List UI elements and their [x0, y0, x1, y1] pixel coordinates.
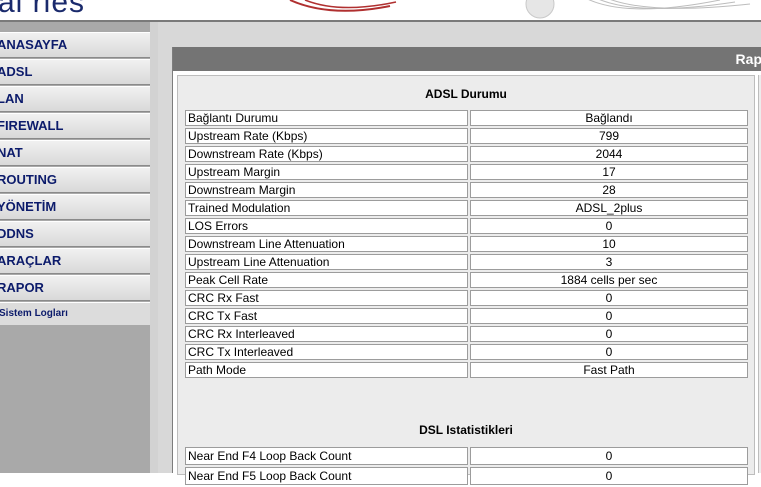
table-row: Path Mode Fast Path [185, 362, 748, 378]
report-body: ADSL Durumu Bağlantı Durumu Bağlandı Upst… [177, 75, 755, 485]
row-value: Fast Path [470, 362, 748, 378]
panel-title: Rapor [173, 47, 761, 71]
sidebar-item-anasayfa[interactable]: ANASAYFA [0, 32, 150, 58]
table-row: Peak Cell Rate 1884 cells per sec [185, 272, 748, 288]
table-row: CRC Rx Interleaved 0 [185, 326, 748, 342]
row-label: Downstream Line Attenuation [185, 236, 468, 252]
row-value: 17 [470, 164, 748, 180]
sidebar-item-adsl[interactable]: ADSL [0, 59, 150, 85]
row-label: CRC Rx Fast [185, 290, 468, 306]
sidebar-item-firewall[interactable]: FIREWALL [0, 113, 150, 139]
sidebar-item-yonetim[interactable]: YÖNETİM [0, 194, 150, 220]
row-label: Upstream Line Attenuation [185, 254, 468, 270]
table-row: Upstream Rate (Kbps) 799 [185, 128, 748, 144]
brand-logo[interactable]: al ries [0, 0, 85, 20]
report-panel: Rapor ADSL Durumu Bağlantı DurumuBağland… [172, 47, 761, 485]
row-label: Near End F4 Loop Back Count [185, 447, 468, 465]
table-row: Downstream Rate (Kbps) 2044 [185, 146, 748, 162]
sidebar-item-araclar[interactable]: ARAÇLAR [0, 248, 150, 274]
sidebar: ANASAYFA ADSL LAN FIREWALL NAT ROUTING Y… [0, 22, 150, 473]
row-label: Peak Cell Rate [185, 272, 468, 288]
header-decoration [289, 0, 751, 19]
row-label: Bağlantı Durumu [185, 110, 468, 126]
row-value: 0 [470, 467, 748, 485]
table-row: Trained Modulation ADSL_2plus [185, 200, 748, 216]
sidebar-item-nat[interactable]: NAT [0, 140, 150, 166]
row-label: Near End F5 Loop Back Count [185, 467, 468, 485]
row-value: 0 [470, 218, 748, 234]
table-row: Upstream Margin 17 [185, 164, 748, 180]
table-row: CRC Tx Interleaved 0 [185, 344, 748, 360]
table-row: Upstream Line Attenuation 3 [185, 254, 748, 270]
table-row: Near End F4 Loop Back Count 0 [185, 447, 748, 465]
sidebar-subitem-sistem-loglari[interactable]: Sistem Logları [0, 302, 150, 325]
table-row: Downstream Line Attenuation 10 [185, 236, 748, 252]
row-label: Upstream Rate (Kbps) [185, 128, 468, 144]
sidebar-menu: ANASAYFA ADSL LAN FIREWALL NAT ROUTING Y… [0, 32, 150, 325]
row-value: 28 [470, 182, 748, 198]
row-label: CRC Tx Interleaved [185, 344, 468, 360]
table-row: Near End F5 Loop Back Count 0 [185, 467, 748, 485]
row-value: 0 [470, 344, 748, 360]
row-value: 799 [470, 128, 748, 144]
dsl-statistics-table: Near End F4 Loop Back Count 0 Near End F5… [183, 445, 750, 487]
dsl-statistics-title: DSL Istatistikleri [419, 423, 513, 437]
row-value: 0 [470, 447, 748, 465]
row-value: 1884 cells per sec [470, 272, 748, 288]
row-value: 0 [470, 308, 748, 324]
row-value: 3 [470, 254, 748, 270]
row-label: LOS Errors [185, 218, 468, 234]
table-row: CRC Tx Fast 0 [185, 308, 748, 324]
adsl-status-table: Bağlantı Durumu Bağlandı Upstream Rate (K… [183, 108, 750, 380]
sidebar-item-ddns[interactable]: DDNS [0, 221, 150, 247]
sidebar-item-routing[interactable]: ROUTING [0, 167, 150, 193]
row-label: Path Mode [185, 362, 468, 378]
row-label: CRC Rx Interleaved [185, 326, 468, 342]
main-content: Rapor ADSL Durumu Bağlantı DurumuBağland… [158, 22, 761, 485]
row-value: 10 [470, 236, 748, 252]
sidebar-divider [150, 22, 158, 473]
row-label: Downstream Margin [185, 182, 468, 198]
row-value: 2044 [470, 146, 748, 162]
row-label: Downstream Rate (Kbps) [185, 146, 468, 162]
row-label: Upstream Margin [185, 164, 468, 180]
sidebar-item-lan[interactable]: LAN [0, 86, 150, 112]
header: al ries [0, 0, 761, 22]
table-row: LOS Errors 0 [185, 218, 748, 234]
sidebar-item-rapor[interactable]: RAPOR [0, 275, 150, 301]
table-row: Bağlantı Durumu Bağlandı [185, 110, 748, 126]
row-label: Trained Modulation [185, 200, 468, 216]
row-label: CRC Tx Fast [185, 308, 468, 324]
table-row: Downstream Margin 28 [185, 182, 748, 198]
row-value: ADSL_2plus [470, 200, 748, 216]
row-value: 0 [470, 326, 748, 342]
table-row: CRC Rx Fast 0 [185, 290, 748, 306]
row-value: 0 [470, 290, 748, 306]
adsl-status-title: ADSL Durumu [425, 87, 507, 101]
row-value: Bağlandı [470, 110, 748, 126]
